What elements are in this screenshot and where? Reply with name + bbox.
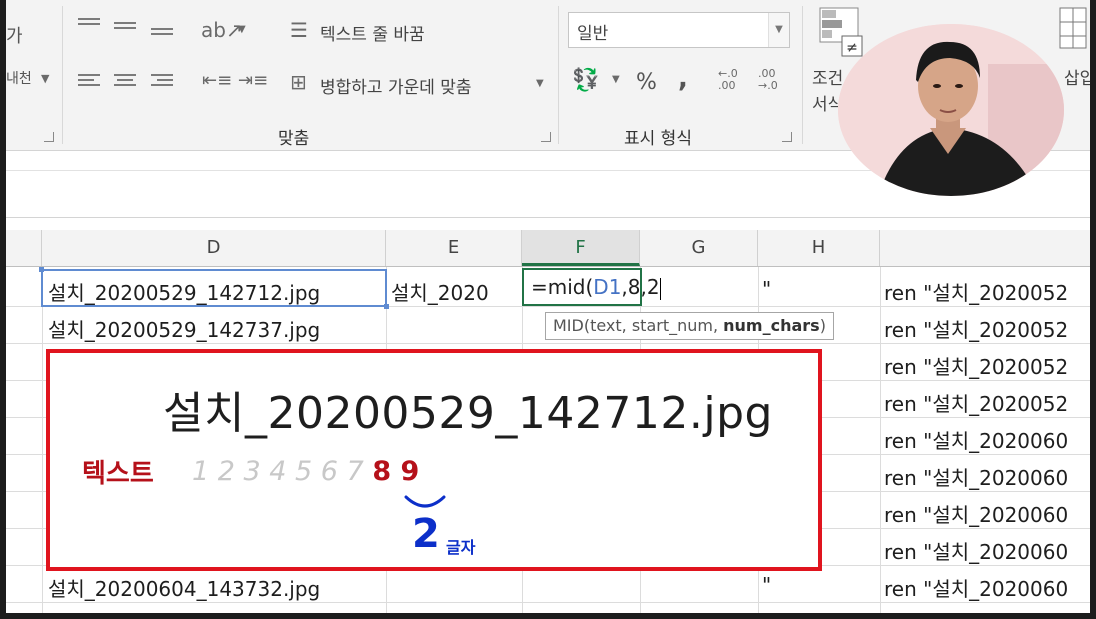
chevron-down-icon[interactable]: ▼ <box>536 78 544 89</box>
cell-d9[interactable]: 설치_20200604_143732.jpg <box>48 573 320 602</box>
chevron-down-icon[interactable]: ▼ <box>238 24 246 35</box>
conditional-format-label[interactable]: 조건 <box>812 64 843 89</box>
increase-indent-icon[interactable]: ⇥≡ <box>238 70 268 91</box>
align-right-icon[interactable] <box>151 74 173 88</box>
tooltip-current-arg: num_chars <box>723 316 820 335</box>
decrease-decimal-icon[interactable]: .00 →.0 <box>758 68 778 92</box>
group-separator <box>558 6 559 144</box>
function-tooltip[interactable]: MID(text, start_num, num_chars) <box>545 312 834 340</box>
align-top-icon[interactable] <box>78 18 100 32</box>
decrease-indent-icon[interactable]: ⇤≡ <box>202 70 232 91</box>
dialog-launcher-icon[interactable] <box>541 132 551 142</box>
wrap-text-icon[interactable]: ☰ <box>290 18 308 42</box>
column-header-e[interactable]: E <box>386 230 522 266</box>
column-header-i[interactable] <box>880 230 1090 266</box>
gridline <box>880 267 881 613</box>
percent-style-button[interactable]: % <box>636 70 657 95</box>
callout-filename: 설치_20200529_142712.jpg <box>163 388 773 439</box>
cell-h9[interactable]: " <box>762 573 771 597</box>
chevron-down-icon[interactable]: ▼ <box>612 74 620 85</box>
cell-i9[interactable]: ren "설치_2020060 <box>884 573 1068 602</box>
insert-cells-icon[interactable] <box>1058 6 1088 52</box>
select-all-corner[interactable] <box>6 230 42 266</box>
callout-digits: 1 2 3 4 5 6 7 8 9 <box>192 456 419 487</box>
brace-icon <box>404 495 446 508</box>
align-left-icon[interactable] <box>78 74 100 88</box>
font-size-increase-button[interactable]: 가 <box>6 22 23 48</box>
cell-i1[interactable]: ren "설치_2020052 <box>884 277 1068 306</box>
chevron-down-icon[interactable]: ▼ <box>768 13 789 47</box>
cell-i3[interactable]: ren "설치_2020052 <box>884 351 1068 380</box>
column-header: D E F G H <box>6 230 1090 267</box>
conditional-format-icon[interactable]: ≠ <box>818 6 864 58</box>
callout-highlight-digits: 8 9 <box>372 456 420 487</box>
number-format-select[interactable]: 일반 ▼ <box>568 12 790 48</box>
column-header-h[interactable]: H <box>758 230 880 266</box>
number-format-value: 일반 <box>577 24 609 44</box>
presenter-video <box>838 24 1064 196</box>
webcam-overlay <box>838 24 1064 196</box>
merge-center-button[interactable]: 병합하고 가운데 맞춤 <box>320 73 472 98</box>
svg-text:≠: ≠ <box>846 40 858 56</box>
column-header-f[interactable]: F <box>522 230 640 266</box>
chevron-down-icon[interactable]: ▼ <box>41 72 49 85</box>
phonetic-button[interactable]: 내천 <box>6 68 32 88</box>
group-separator <box>62 6 63 144</box>
cell-i7[interactable]: ren "설치_2020060 <box>884 499 1068 528</box>
align-center-icon[interactable] <box>114 74 136 88</box>
cell-f1-editor[interactable]: =mid(D1,8,2 <box>522 268 661 306</box>
column-header-g[interactable]: G <box>640 230 758 266</box>
align-middle-icon[interactable] <box>114 22 136 36</box>
formula-suffix: ,8,2 <box>621 275 660 299</box>
column-header-d[interactable]: D <box>42 230 386 266</box>
callout-label: 텍스트 <box>82 459 154 489</box>
align-bottom-icon[interactable] <box>151 28 173 42</box>
annotation-callout: 설치_20200529_142712.jpg 텍스트 1 2 3 4 5 6 7… <box>46 349 822 571</box>
cell-e1[interactable]: 설치_2020 <box>391 277 489 306</box>
callout-count: 2 <box>412 511 440 557</box>
reference-highlight-d1 <box>39 267 389 309</box>
increase-decimal-icon[interactable]: ←.0.00 <box>718 68 738 92</box>
cell-i5[interactable]: ren "설치_2020060 <box>884 425 1068 454</box>
cell-d2[interactable]: 설치_20200529_142737.jpg <box>48 314 320 343</box>
formula-prefix: =mid( <box>531 275 594 299</box>
number-group-label: 표시 형식 <box>624 129 692 149</box>
cell-i6[interactable]: ren "설치_2020060 <box>884 462 1068 491</box>
formula-reference: D1 <box>593 275 622 299</box>
cell-i2[interactable]: ren "설치_2020052 <box>884 314 1068 343</box>
callout-digit-sequence: 1 2 3 4 5 6 7 <box>192 456 364 487</box>
callout-unit: 글자 <box>446 538 476 557</box>
dialog-launcher-icon[interactable] <box>44 132 54 142</box>
insert-button[interactable]: 삽입 <box>1064 64 1090 89</box>
currency-icon[interactable]: 💱 <box>572 68 599 93</box>
dialog-launcher-icon[interactable] <box>782 132 792 142</box>
cell-i8[interactable]: ren "설치_2020060 <box>884 536 1068 565</box>
orientation-icon[interactable]: ab↗ <box>201 18 243 42</box>
merge-center-icon[interactable]: ⊞ <box>290 70 307 94</box>
formula-text[interactable]: =mid(D1,8,2 <box>531 275 661 300</box>
group-separator <box>802 6 803 144</box>
gridline <box>6 343 1090 344</box>
text-caret <box>659 277 661 300</box>
comma-style-button[interactable]: , <box>678 64 688 94</box>
cell-h1[interactable]: " <box>762 277 771 301</box>
alignment-group-label: 맞춤 <box>278 129 310 149</box>
tooltip-close: ) <box>819 316 826 335</box>
cell-i4[interactable]: ren "설치_2020052 <box>884 388 1068 417</box>
gridline <box>42 267 43 613</box>
wrap-text-button[interactable]: 텍스트 줄 바꿈 <box>320 20 425 45</box>
gridline <box>6 602 1090 603</box>
excel-window: 가 내천 ▼ ab↗ ▼ ⇤≡ ⇥≡ ☰ 텍스트 줄 바꿈 ⊞ 병합하고 가운데… <box>6 0 1090 613</box>
tooltip-signature: MID(text, start_num, <box>553 316 724 335</box>
